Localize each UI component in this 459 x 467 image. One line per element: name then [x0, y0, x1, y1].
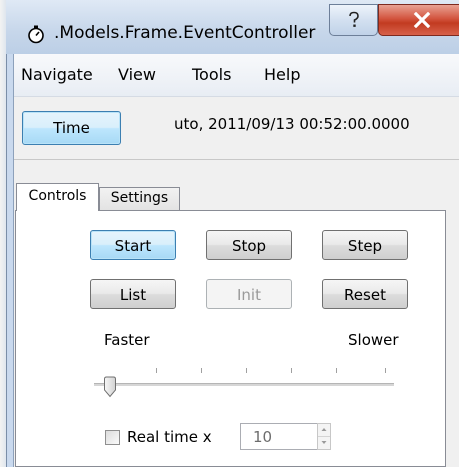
spin-down-button[interactable]: [318, 437, 330, 449]
realtime-label: Real time x: [127, 428, 212, 446]
menu-navigate[interactable]: Navigate: [21, 65, 93, 84]
step-button[interactable]: Step: [322, 230, 408, 260]
tab-settings[interactable]: Settings: [99, 187, 180, 210]
stop-button[interactable]: Stop: [206, 230, 292, 260]
menu-bar: Navigate View Tools Help: [14, 54, 459, 97]
tab-controls[interactable]: Controls: [16, 183, 99, 211]
slider-tick: [246, 368, 247, 373]
title-bar[interactable]: .Models.Frame.EventController: [6, 0, 459, 54]
realtime-spinner: [317, 423, 331, 450]
close-button[interactable]: [378, 4, 459, 36]
stopwatch-icon: [28, 25, 44, 44]
time-display: uto, 2011/09/13 00:52:00.0000: [174, 115, 410, 133]
slider-min-label: Faster: [104, 331, 150, 349]
slider-tick: [156, 368, 157, 373]
time-button[interactable]: Time: [22, 111, 121, 145]
menu-tools[interactable]: Tools: [192, 65, 231, 84]
slider-max-label: Slower: [348, 331, 399, 349]
start-button[interactable]: Start: [90, 230, 176, 260]
slider-tick: [336, 368, 337, 373]
question-icon: [348, 11, 359, 27]
reset-button[interactable]: Reset: [322, 279, 408, 309]
spin-up-button[interactable]: [318, 424, 330, 437]
realtime-checkbox[interactable]: [105, 430, 120, 445]
menu-help[interactable]: Help: [264, 65, 300, 84]
init-button: Init: [206, 279, 292, 309]
speed-slider-track[interactable]: [94, 383, 394, 386]
arrow-up-icon: [321, 428, 327, 431]
menu-view[interactable]: View: [118, 65, 156, 84]
speed-slider-thumb[interactable]: [103, 376, 117, 398]
arrow-down-icon: [321, 441, 327, 444]
time-toolbar: Time uto, 2011/09/13 00:52:00.0000: [14, 97, 459, 160]
help-button[interactable]: [329, 4, 378, 36]
slider-tick: [291, 368, 292, 373]
list-button[interactable]: List: [90, 279, 176, 309]
slider-tick: [201, 368, 202, 373]
window-title: .Models.Frame.EventController: [54, 23, 316, 43]
slider-tick: [385, 368, 386, 373]
close-icon: [413, 12, 430, 28]
